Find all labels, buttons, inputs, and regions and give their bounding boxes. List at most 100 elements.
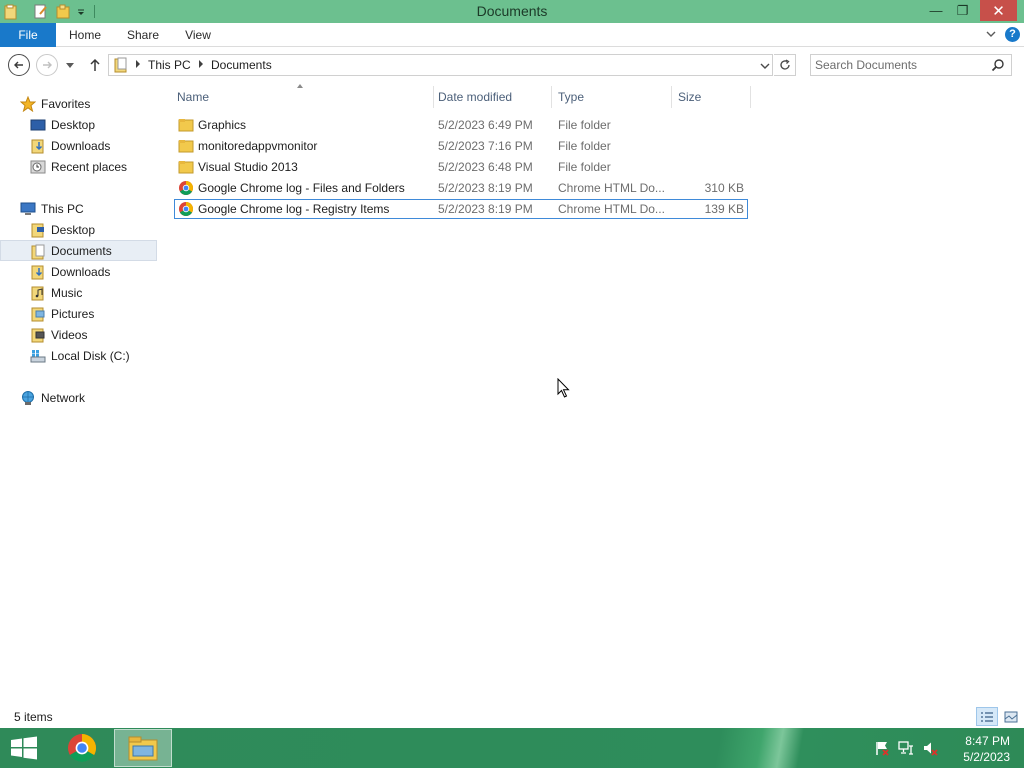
large-icons-view-button[interactable] xyxy=(1001,707,1021,726)
mouse-cursor-icon xyxy=(557,377,571,401)
nav-favorites-desktop[interactable]: Desktop xyxy=(0,114,157,135)
action-center-flag-icon[interactable] xyxy=(873,740,891,756)
windows-logo-icon xyxy=(11,736,37,760)
large-icons-view-icon xyxy=(1004,711,1018,722)
nav-favorites-downloads[interactable]: Downloads xyxy=(0,135,157,156)
window-title: Documents xyxy=(476,3,548,19)
back-arrow-icon xyxy=(14,61,23,69)
column-header-type[interactable]: Type xyxy=(552,86,670,108)
column-separator[interactable] xyxy=(750,86,751,108)
chrome-icon xyxy=(178,201,194,220)
file-row-graphics[interactable]: Graphics 5/2/2023 6:49 PM File folder xyxy=(174,115,748,135)
star-icon xyxy=(19,95,37,115)
search-input[interactable] xyxy=(815,57,985,73)
chevron-down-icon xyxy=(66,63,74,68)
address-bar[interactable]: This PC Documents xyxy=(108,54,773,76)
column-header-date-modified[interactable]: Date modified xyxy=(432,86,550,108)
ribbon-tabs: File Home Share View ? xyxy=(0,23,1024,47)
breadcrumb-documents[interactable]: Documents xyxy=(211,58,272,72)
up-button[interactable] xyxy=(86,56,104,74)
nav-this-pc-documents[interactable]: Documents xyxy=(0,240,157,261)
column-header-size[interactable]: Size xyxy=(672,86,750,108)
file-row-chrome-log-files-and-folders[interactable]: Google Chrome log - Files and Folders 5/… xyxy=(174,178,748,198)
file-list: Name Date modified Type Size Graphics 5/… xyxy=(160,84,1024,706)
chrome-icon xyxy=(178,180,194,199)
status-bar: 5 items xyxy=(0,706,1024,728)
nav-this-pc[interactable]: This PC xyxy=(0,198,157,219)
chrome-icon xyxy=(68,734,96,762)
documents-folder-icon xyxy=(113,57,129,76)
file-type: File folder xyxy=(558,118,611,132)
desktop-folder-icon xyxy=(30,222,46,241)
recent-locations-dropdown[interactable] xyxy=(63,60,77,72)
nav-favorites-recent-places[interactable]: Recent places xyxy=(0,156,157,177)
folder-icon xyxy=(178,117,194,136)
network-status-icon[interactable] xyxy=(897,740,915,756)
refresh-icon xyxy=(779,59,790,70)
breadcrumb-chevron-icon[interactable] xyxy=(199,60,203,68)
file-explorer-icon xyxy=(128,736,158,761)
nav-this-pc-pictures[interactable]: Pictures xyxy=(0,303,157,324)
nav-favorites[interactable]: Favorites xyxy=(0,93,157,114)
file-type: File folder xyxy=(558,139,611,153)
file-date: 5/2/2023 6:49 PM xyxy=(438,118,533,132)
forward-button[interactable] xyxy=(36,54,58,76)
navigation-bar: This PC Documents xyxy=(0,48,1024,82)
column-header-name[interactable]: Name xyxy=(171,86,433,108)
downloads-folder-icon xyxy=(30,138,46,157)
close-button[interactable]: ✕ xyxy=(980,0,1017,21)
file-row-chrome-log-registry-items[interactable]: Google Chrome log - Registry Items 5/2/2… xyxy=(174,199,748,219)
tab-view[interactable]: View xyxy=(172,23,224,47)
breadcrumb-this-pc[interactable]: This PC xyxy=(148,58,191,72)
forward-arrow-icon xyxy=(43,61,52,69)
file-name: Google Chrome log - Registry Items xyxy=(198,202,390,216)
nav-item-label: Recent places xyxy=(51,160,128,174)
file-row-visual-studio-2013[interactable]: Visual Studio 2013 5/2/2023 6:48 PM File… xyxy=(174,157,748,177)
refresh-button[interactable] xyxy=(774,54,796,76)
speaker-muted-icon[interactable] xyxy=(921,740,939,756)
tab-share[interactable]: Share xyxy=(114,23,172,47)
details-view-button[interactable] xyxy=(976,707,998,726)
search-box[interactable] xyxy=(810,54,1012,76)
nav-this-pc-music[interactable]: Music xyxy=(0,282,157,303)
clock-date: 5/2/2023 xyxy=(963,750,1010,764)
nav-favorites-label: Favorites xyxy=(41,97,91,111)
file-type: Chrome HTML Do... xyxy=(558,202,665,216)
expand-ribbon-chevron-icon[interactable] xyxy=(985,28,997,40)
file-row-monitoredappvmonitor[interactable]: monitoredappvmonitor 5/2/2023 7:16 PM Fi… xyxy=(174,136,748,156)
nav-this-pc-downloads[interactable]: Downloads xyxy=(0,261,157,282)
nav-this-pc-label: This PC xyxy=(41,202,84,216)
file-type: File folder xyxy=(558,160,611,174)
taskbar-clock[interactable]: 8:47 PM 5/2/2023 xyxy=(940,733,1010,765)
pictures-folder-icon xyxy=(30,306,46,325)
tab-home[interactable]: Home xyxy=(56,23,114,47)
desktop-icon xyxy=(30,117,46,136)
tab-file[interactable]: File xyxy=(0,23,56,47)
taskbar-chrome-button[interactable] xyxy=(62,730,102,766)
taskbar-file-explorer-button[interactable] xyxy=(114,729,172,767)
nav-item-label: Pictures xyxy=(51,307,95,321)
file-size: 310 KB xyxy=(704,181,744,195)
file-name: monitoredappvmonitor xyxy=(198,139,318,153)
minimize-button[interactable]: — xyxy=(922,0,950,21)
restore-button[interactable]: ❐ xyxy=(950,0,975,21)
nav-this-pc-local-disk[interactable]: Local Disk (C:) xyxy=(0,345,157,366)
folder-icon xyxy=(178,159,194,178)
back-button[interactable] xyxy=(8,54,30,76)
nav-network-label: Network xyxy=(41,391,86,405)
help-button[interactable]: ? xyxy=(1005,27,1020,42)
nav-network[interactable]: Network xyxy=(0,387,157,408)
file-name: Visual Studio 2013 xyxy=(198,160,298,174)
nav-item-label: Desktop xyxy=(51,223,96,237)
nav-this-pc-desktop[interactable]: Desktop xyxy=(0,219,157,240)
taskbar: 8:47 PM 5/2/2023 xyxy=(0,728,1024,768)
file-date: 5/2/2023 6:48 PM xyxy=(438,160,533,174)
nav-this-pc-videos[interactable]: Videos xyxy=(0,324,157,345)
breadcrumb-chevron-icon[interactable] xyxy=(136,60,140,68)
file-date: 5/2/2023 8:19 PM xyxy=(438,202,533,216)
nav-item-label: Downloads xyxy=(51,139,111,153)
search-icon[interactable] xyxy=(991,58,1005,75)
address-history-chevron-icon[interactable] xyxy=(760,60,770,74)
file-name: Graphics xyxy=(198,118,247,132)
start-button[interactable] xyxy=(8,736,40,760)
